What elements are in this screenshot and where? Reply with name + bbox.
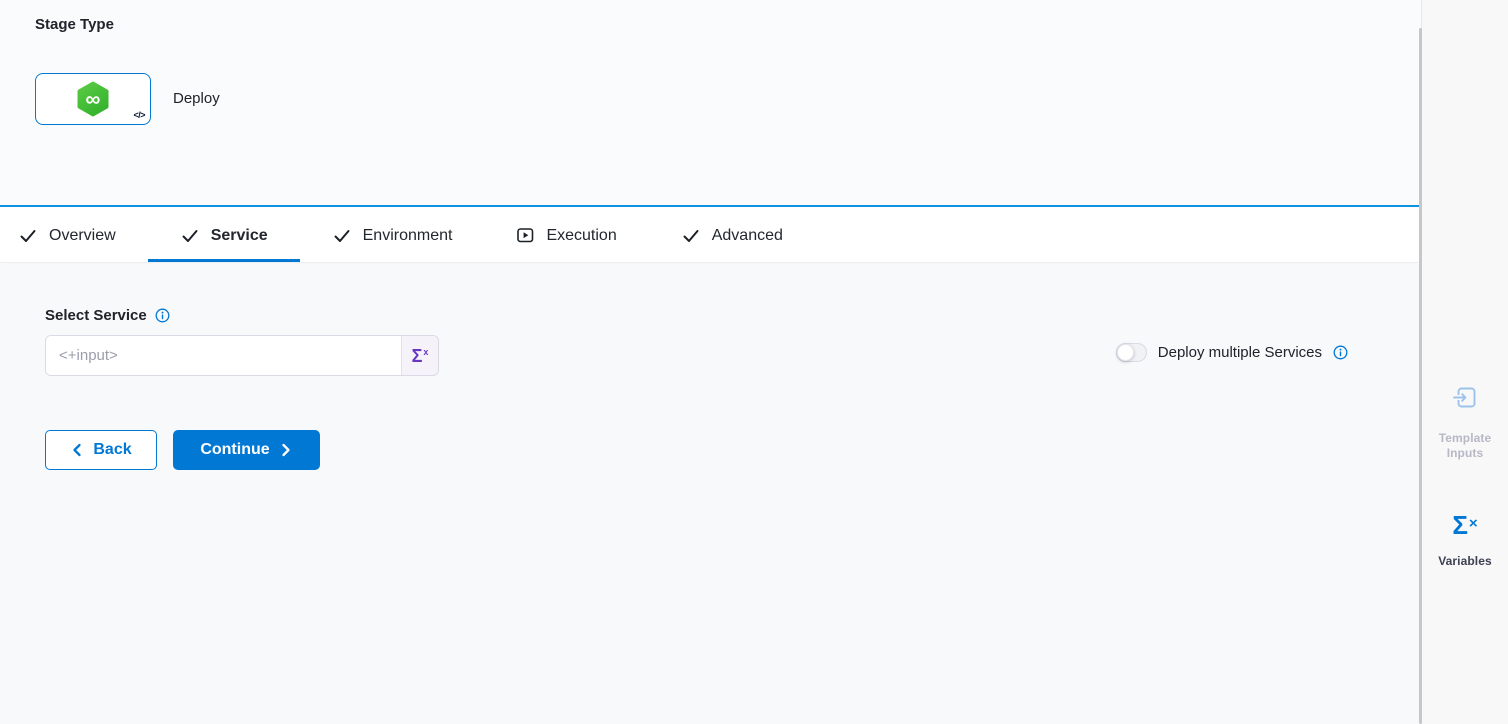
deploy-multiple-services-label: Deploy multiple Services bbox=[1158, 344, 1322, 361]
back-button[interactable]: Back bbox=[45, 430, 157, 470]
variables-button[interactable]: Σ× Variables bbox=[1422, 511, 1508, 569]
chevron-left-icon bbox=[70, 442, 84, 458]
info-icon[interactable] bbox=[155, 308, 170, 323]
footer-actions: Back Continue bbox=[45, 430, 320, 470]
template-inputs-label: Template Inputs bbox=[1422, 431, 1508, 461]
tab-label: Advanced bbox=[712, 227, 783, 245]
tab-label: Overview bbox=[49, 227, 116, 245]
deploy-multiple-services-row: Deploy multiple Services bbox=[1116, 343, 1348, 362]
tab-environment[interactable]: Environment bbox=[300, 209, 485, 262]
stage-configuration-page: Stage Type ∞ </> bbox=[0, 0, 1508, 724]
tab-advanced[interactable]: Advanced bbox=[649, 209, 815, 262]
check-icon bbox=[180, 226, 200, 246]
stage-type-heading: Stage Type bbox=[35, 16, 114, 33]
select-service-label-row: Select Service bbox=[45, 307, 170, 324]
back-label: Back bbox=[93, 441, 131, 459]
stage-tabbar: Overview Service Environment Exec bbox=[0, 209, 1421, 263]
execution-play-icon bbox=[516, 226, 535, 245]
check-icon bbox=[681, 226, 701, 246]
deploy-multiple-services-toggle[interactable] bbox=[1116, 343, 1147, 362]
tab-overview[interactable]: Overview bbox=[18, 209, 148, 262]
info-icon[interactable] bbox=[1333, 345, 1348, 360]
toggle-knob bbox=[1117, 344, 1134, 361]
tab-execution[interactable]: Execution bbox=[484, 209, 648, 262]
stage-type-section: Stage Type ∞ </> bbox=[0, 0, 1421, 207]
chevron-right-icon bbox=[279, 442, 293, 458]
stage-card-label: Deploy bbox=[173, 90, 220, 107]
continue-label: Continue bbox=[200, 441, 269, 459]
select-service-label: Select Service bbox=[45, 307, 147, 324]
right-rail: Template Inputs Σ× Variables bbox=[1421, 0, 1508, 724]
variables-label: Variables bbox=[1422, 554, 1508, 569]
select-service-input-group: Σ x bbox=[45, 335, 439, 376]
tab-label: Service bbox=[211, 227, 268, 245]
code-brackets-icon: </> bbox=[133, 110, 145, 120]
runtime-input-sigma-button[interactable]: Σ x bbox=[401, 336, 438, 375]
template-inputs-button[interactable]: Template Inputs bbox=[1422, 384, 1508, 461]
check-icon bbox=[18, 226, 38, 246]
sigma-x-icon: Σ× bbox=[1422, 511, 1508, 539]
service-tab-panel: Select Service Σ x bbox=[0, 264, 1421, 724]
cd-hexagon-infinity-icon: ∞ bbox=[74, 80, 112, 118]
scrollbar-thumb[interactable] bbox=[1419, 28, 1422, 724]
sigma-icon: Σ bbox=[412, 347, 423, 365]
tab-service[interactable]: Service bbox=[148, 209, 300, 262]
continue-button[interactable]: Continue bbox=[173, 430, 320, 470]
tab-label: Environment bbox=[363, 227, 453, 245]
select-service-input[interactable] bbox=[46, 336, 401, 375]
check-icon bbox=[332, 226, 352, 246]
deploy-stage-card[interactable]: ∞ </> bbox=[35, 73, 151, 125]
tab-label: Execution bbox=[546, 227, 616, 245]
infinity-glyph: ∞ bbox=[74, 80, 112, 118]
template-inputs-icon bbox=[1452, 384, 1479, 411]
main-column: Stage Type ∞ </> bbox=[0, 0, 1421, 724]
